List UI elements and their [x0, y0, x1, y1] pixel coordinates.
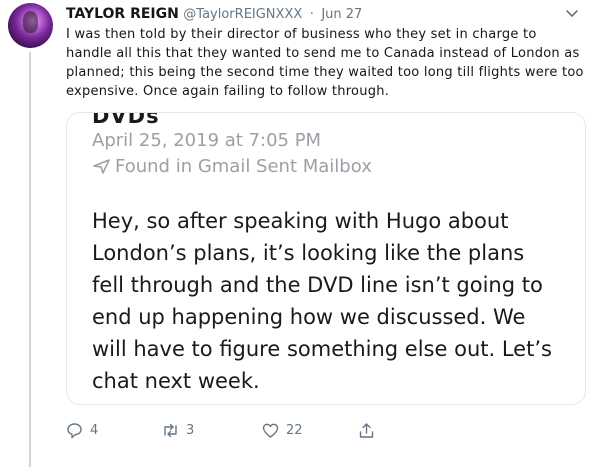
separator-dot: ·: [309, 7, 314, 22]
chevron-down-icon[interactable]: [564, 8, 580, 20]
screenshot-card[interactable]: DVDs April 25, 2019 at 7:05 PM Found in …: [66, 112, 586, 405]
user-handle[interactable]: @TaylorREIGNXXX: [183, 7, 302, 22]
email-date: April 25, 2019 at 7:05 PM: [92, 130, 322, 151]
share-icon: [359, 422, 374, 438]
retweet-button[interactable]: 3: [162, 418, 194, 442]
email-subject: DVDs: [92, 112, 160, 128]
reply-icon: [67, 422, 82, 438]
share-button[interactable]: [358, 418, 382, 442]
email-body: Hey, so after speaking with Hugo about L…: [92, 209, 552, 393]
thread-line: [29, 52, 31, 467]
reply-count: 4: [90, 422, 99, 438]
tweet-header: TAYLOR REIGN @TaylorREIGNXXX · Jun 27: [66, 5, 546, 23]
email-source-label: Found in Gmail Sent Mailbox: [115, 156, 372, 177]
email-source: Found in Gmail Sent Mailbox: [92, 156, 372, 177]
heart-icon: [262, 423, 279, 438]
display-name[interactable]: TAYLOR REIGN: [66, 6, 179, 22]
tweet-date[interactable]: Jun 27: [321, 7, 362, 22]
avatar[interactable]: [8, 3, 53, 48]
reply-button[interactable]: 4: [66, 418, 98, 442]
like-button[interactable]: 22: [262, 418, 303, 442]
tweet-text: I was then told by their director of bus…: [66, 27, 584, 99]
retweet-count: 3: [186, 422, 195, 438]
like-count: 22: [286, 422, 303, 438]
retweet-icon: [164, 423, 177, 437]
tweet-actions: 4 3 22: [66, 418, 396, 442]
sent-arrow-icon: [93, 159, 110, 174]
